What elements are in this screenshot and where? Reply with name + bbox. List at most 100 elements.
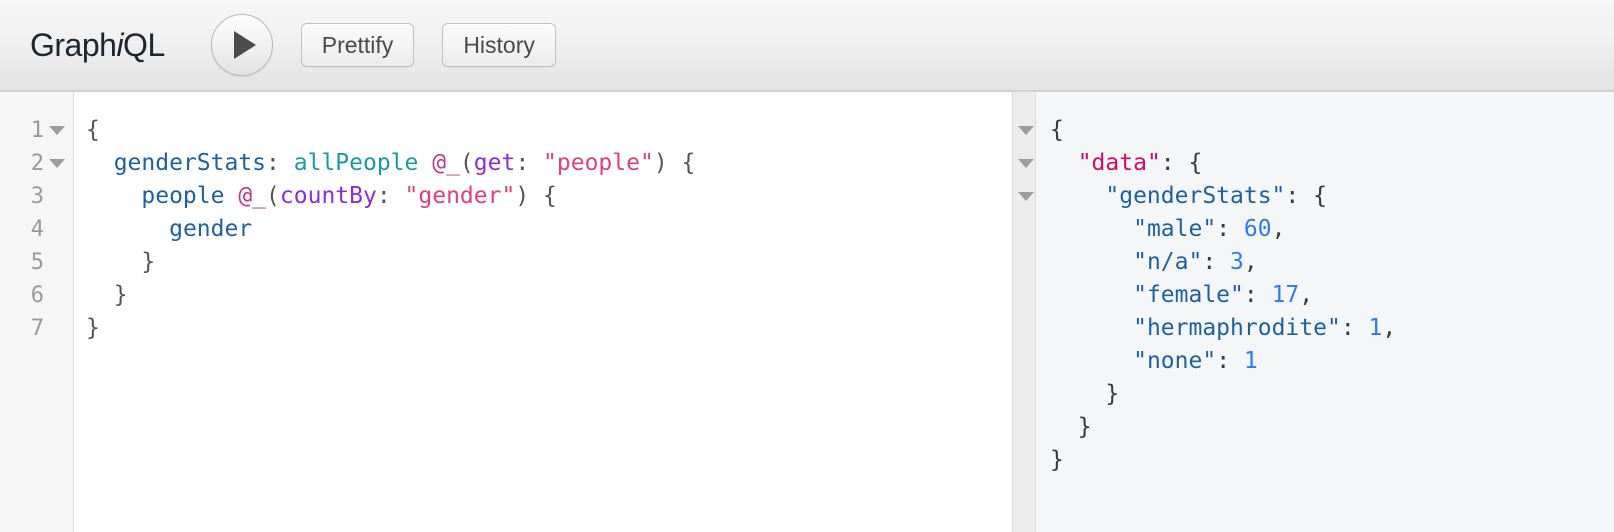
code-token: : { [1285, 183, 1327, 209]
code-token: get [473, 150, 516, 176]
graphiql-app: GraphiQL Prettify History 1 2 3 4 5 6 7 { gend… [0, 0, 1614, 532]
code-token: } [86, 249, 156, 275]
graphiql-logo: GraphiQL [30, 27, 165, 64]
code-token: 1 [1243, 348, 1258, 374]
code-token: , [1271, 216, 1286, 242]
code-token: "n/a" [1133, 249, 1203, 275]
query-editor-pane[interactable]: 1234567 { genderStats: allPeople @_(get:… [0, 92, 1012, 532]
result-gutter-row [1013, 378, 1035, 411]
code-token: : [1216, 348, 1244, 374]
gutter-row: 6 [0, 279, 73, 312]
result-gutter-row [1013, 213, 1035, 246]
pane-divider[interactable] [1012, 92, 1036, 532]
line-number: 1 [30, 118, 44, 143]
code-token: @_ [432, 150, 460, 176]
line-number: 7 [30, 316, 44, 341]
result-line: "none": 1 [1050, 345, 1614, 378]
code-token: 1 [1368, 315, 1383, 341]
code-token: { [86, 117, 100, 143]
code-token: , [1299, 282, 1314, 308]
result-gutter-row [1013, 444, 1035, 477]
editor-panes: 1234567 { genderStats: allPeople @_(get:… [0, 92, 1614, 532]
code-token: } [1050, 447, 1064, 473]
code-token: } [86, 282, 128, 308]
query-line: people @_(countBy: "gender") { [86, 180, 1012, 213]
code-token: 17 [1271, 282, 1300, 308]
fold-toggle-icon[interactable] [1016, 126, 1035, 135]
query-line: } [86, 246, 1012, 279]
history-button[interactable]: History [442, 23, 556, 67]
line-number: 6 [30, 283, 44, 308]
query-gutter[interactable]: 1 2 3 4 5 6 7 [0, 92, 74, 532]
result-line: "data": { [1050, 147, 1614, 180]
code-token: ) { [653, 150, 696, 176]
code-token: @_ [238, 183, 267, 209]
code-token: 60 [1243, 216, 1272, 242]
code-token: { [1050, 117, 1064, 143]
code-token: , [1382, 315, 1397, 341]
code-token: : [1340, 315, 1369, 341]
toolbar: GraphiQL Prettify History [0, 0, 1614, 92]
code-token: "male" [1133, 216, 1217, 242]
code-token: ( [459, 150, 474, 176]
fold-toggle-icon[interactable] [1016, 192, 1035, 201]
gutter-row: 3 [0, 180, 73, 213]
result-line: "genderStats": { [1050, 180, 1614, 213]
result-gutter-row [1013, 180, 1035, 213]
result-line: } [1050, 378, 1614, 411]
line-number: 5 [30, 250, 44, 275]
code-token: : [1243, 282, 1272, 308]
result-gutter-row [1013, 246, 1035, 279]
code-token: } [1050, 381, 1120, 407]
code-token: 3 [1230, 249, 1244, 275]
result-viewer[interactable]: { "data": { "genderStats": { "male": 60,… [1036, 92, 1614, 532]
code-token: gender [169, 216, 253, 242]
result-gutter-row [1013, 312, 1035, 345]
result-gutter-row [1013, 345, 1035, 378]
gutter-row: 5 [0, 246, 73, 279]
play-icon [234, 31, 257, 59]
result-line: "hermaphrodite": 1, [1050, 312, 1614, 345]
result-line: "female": 17, [1050, 279, 1614, 312]
gutter-row: 2 [0, 147, 73, 180]
line-number: 2 [30, 151, 44, 176]
result-line: { [1050, 114, 1614, 147]
code-token: : [376, 183, 405, 209]
result-line: } [1050, 444, 1614, 477]
code-token: "people" [543, 150, 654, 176]
prettify-button[interactable]: Prettify [300, 23, 415, 67]
line-number: 3 [30, 184, 44, 209]
code-token: "data" [1077, 150, 1161, 176]
fold-toggle-icon[interactable] [1016, 159, 1035, 168]
fold-toggle-icon[interactable] [47, 126, 67, 135]
code-token: : [1216, 216, 1244, 242]
code-token: allPeople [293, 150, 419, 176]
code-token: genderStats [113, 150, 267, 176]
logo-suffix: QL [123, 26, 165, 63]
code-token: } [1050, 414, 1092, 440]
fold-toggle-icon[interactable] [47, 159, 67, 168]
query-code-area[interactable]: { genderStats: allPeople @_(get: "people… [74, 92, 1012, 532]
code-token: : { [1160, 150, 1203, 176]
code-token: "hermaphrodite" [1133, 315, 1341, 341]
code-token: "female" [1133, 282, 1244, 308]
line-number: 4 [30, 217, 44, 242]
execute-query-button[interactable] [210, 14, 273, 76]
query-line: gender [86, 213, 1012, 246]
result-gutter-row [1013, 114, 1035, 147]
code-token: } [86, 315, 100, 341]
code-token: "gender" [404, 183, 516, 209]
code-token: : [266, 150, 294, 176]
code-token: : [515, 150, 544, 176]
code-token: : [1202, 249, 1231, 275]
